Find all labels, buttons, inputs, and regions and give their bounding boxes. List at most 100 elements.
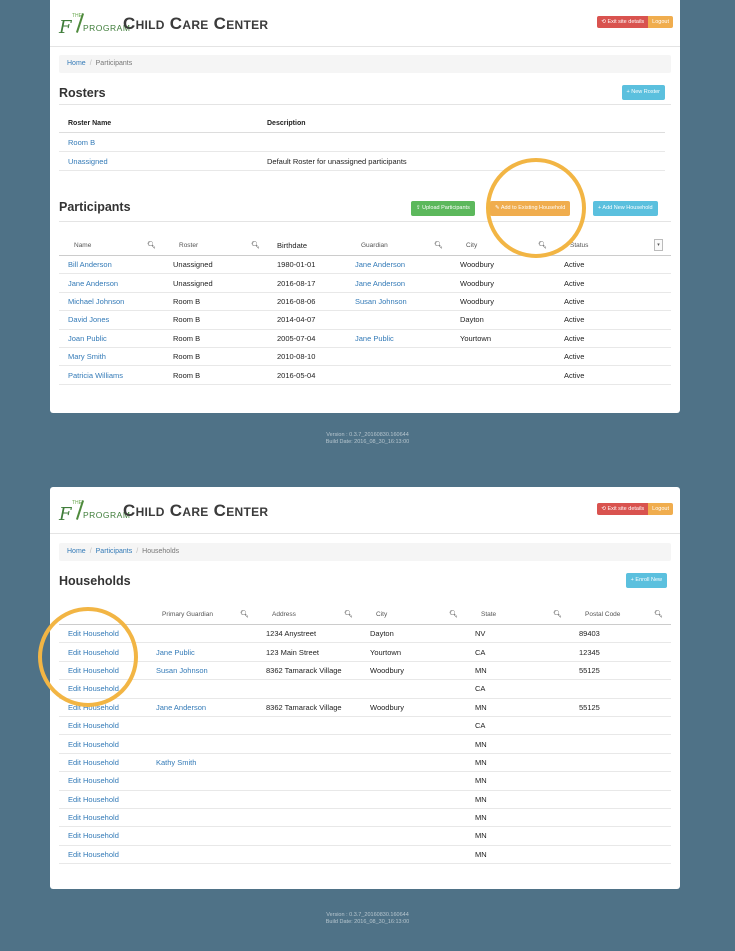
participant-name-link[interactable]: David Jones (68, 315, 109, 324)
participant-roster: Room B (164, 347, 268, 367)
primary-guardian-link[interactable]: Susan Johnson (156, 666, 208, 675)
household-postal-code (570, 716, 671, 736)
logout-button[interactable]: Logout (648, 503, 673, 515)
exit-site-details-button[interactable]: ⟲ Exit site details (597, 503, 649, 515)
participant-roster: Unassigned (164, 273, 268, 293)
edit-household-cell: Edit Household (59, 808, 147, 828)
household-city (361, 826, 466, 846)
primary-guardian-link[interactable]: Kathy Smith (156, 758, 196, 767)
column-header-address[interactable]: Address 🔍︎ (257, 604, 361, 625)
participant-name-link[interactable]: Joan Public (68, 334, 107, 343)
breadcrumb-participants: Participants (95, 60, 133, 67)
breadcrumb-home[interactable]: Home (67, 60, 86, 67)
participants-table: Name 🔍︎ Roster 🔍︎ Birthdate Guardian 🔍︎ Cit… (59, 235, 671, 385)
participant-roster: Room B (164, 329, 268, 348)
guardian-link[interactable]: Jane Public (355, 334, 394, 343)
exit-site-details-button[interactable]: ⟲ Exit site details (597, 16, 649, 28)
participants-title: Participants (59, 200, 131, 214)
search-icon[interactable]: 🔍︎ (147, 241, 156, 249)
household-address (257, 808, 361, 828)
households-screen: THE F PROGRAM Child Care Center ⟲ Exit s… (38, 487, 680, 889)
header-buttons: ⟲ Exit site details Logout (597, 503, 673, 515)
household-row: Edit Household MN (59, 734, 671, 754)
participant-name-link[interactable]: Jane Anderson (68, 279, 118, 288)
edit-household-link[interactable]: Edit Household (68, 795, 119, 804)
food-program-logo[interactable]: THE F PROGRAM (59, 13, 130, 38)
household-postal-code: 55125 (570, 698, 671, 717)
household-city: Dayton (361, 624, 466, 644)
enroll-new-button[interactable]: + Enroll New (625, 573, 667, 588)
logout-button[interactable]: Logout (648, 16, 673, 28)
column-header-state[interactable]: State 🔍︎ (466, 604, 570, 625)
column-header-guardian[interactable]: Guardian 🔍︎ (346, 235, 451, 256)
participant-row: Bill Anderson Unassigned 1980-01-01 Jane An… (59, 255, 671, 275)
search-icon[interactable]: 🔍︎ (449, 610, 458, 618)
chevron-down-icon[interactable]: ▾ (654, 239, 663, 251)
edit-household-link[interactable]: Edit Household (68, 831, 119, 840)
column-header-name[interactable]: Name 🔍︎ (59, 235, 164, 256)
edit-household-link[interactable]: Edit Household (68, 740, 119, 749)
guardian-link[interactable]: Jane Anderson (355, 279, 405, 288)
search-icon[interactable]: 🔍︎ (654, 610, 663, 618)
search-icon[interactable]: 🔍︎ (344, 610, 353, 618)
version-text: Version : 0.3.7_20160830.160644 (326, 432, 409, 438)
upload-participants-button[interactable]: ⇪ Upload Participants (411, 201, 475, 216)
logo-initial: F (59, 17, 72, 38)
column-header-label: Postal Code (585, 610, 621, 618)
search-icon[interactable]: 🔍︎ (251, 241, 260, 249)
column-header-roster[interactable]: Roster 🔍︎ (164, 235, 268, 256)
column-header-label: City (466, 241, 478, 249)
primary-guardian-cell: Susan Johnson (147, 661, 257, 681)
household-postal-code (570, 845, 671, 865)
edit-household-link[interactable]: Edit Household (68, 776, 119, 785)
participant-status: Active (555, 310, 671, 330)
participant-name-link[interactable]: Patricia Williams (68, 371, 123, 380)
primary-guardian-cell: Kathy Smith (147, 753, 257, 773)
edit-household-link[interactable]: Edit Household (68, 813, 119, 822)
participant-row: David Jones Room B 2014-04-07 Dayton Active (59, 310, 671, 330)
household-address: 8362 Tamarack Village (257, 698, 361, 717)
edit-household-link[interactable]: Edit Household (68, 758, 119, 767)
participant-status: Active (555, 273, 671, 293)
participant-roster: Room B (164, 365, 268, 385)
roster-name-link[interactable]: Room B (68, 138, 95, 147)
participant-name-link[interactable]: Mary Smith (68, 352, 106, 361)
guardian-link[interactable]: Jane Anderson (355, 260, 405, 269)
header-buttons: ⟲ Exit site details Logout (597, 16, 673, 28)
breadcrumb-separator: / (89, 60, 92, 67)
food-program-logo[interactable]: THE F PROGRAM (59, 500, 130, 525)
participant-guardian-cell (346, 347, 451, 367)
participant-name-link[interactable]: Michael Johnson (68, 297, 124, 306)
site-title: Child Care Center (123, 14, 269, 33)
primary-guardian-link[interactable]: Jane Anderson (156, 703, 206, 712)
guardian-link[interactable]: Susan Johnson (355, 297, 407, 306)
participant-birthdate: 2010-08-10 (268, 347, 346, 367)
breadcrumb-participants[interactable]: Participants (96, 548, 133, 555)
participant-roster: Room B (164, 310, 268, 330)
breadcrumb: Home / Participants (59, 55, 671, 73)
household-state: MN (466, 734, 570, 754)
participant-name-cell: Joan Public (59, 329, 164, 348)
edit-household-link[interactable]: Edit Household (68, 850, 119, 859)
column-header-city[interactable]: City 🔍︎ (361, 604, 466, 625)
column-header-postal-code[interactable]: Postal Code 🔍︎ (570, 604, 671, 625)
participant-name-cell: Bill Anderson (59, 255, 164, 275)
search-icon[interactable]: 🔍︎ (553, 610, 562, 618)
primary-guardian-link[interactable]: Jane Public (156, 648, 195, 657)
participant-name-cell: Michael Johnson (59, 292, 164, 312)
version-info: Version : 0.3.7_20160830.160644 Build Da… (0, 912, 735, 926)
column-header-primary-guardian[interactable]: Primary Guardian 🔍︎ (147, 604, 257, 625)
participant-guardian-cell (346, 310, 451, 330)
breadcrumb-home[interactable]: Home (67, 548, 86, 555)
participant-name-link[interactable]: Bill Anderson (68, 260, 112, 269)
build-date-text: Build Date: 2016_08_30_16:13:00 (325, 919, 410, 925)
search-icon[interactable]: 🔍︎ (434, 241, 443, 249)
participant-name-cell: Patricia Williams (59, 365, 164, 385)
edit-household-link[interactable]: Edit Household (68, 721, 119, 730)
roster-name-link[interactable]: Unassigned (68, 157, 108, 166)
add-new-household-button[interactable]: + Add New Household (593, 201, 658, 216)
column-header-label: Birthdate (277, 240, 308, 250)
column-header-birthdate[interactable]: Birthdate (268, 235, 346, 256)
new-roster-button[interactable]: + New Roster (621, 85, 665, 100)
search-icon[interactable]: 🔍︎ (240, 610, 249, 618)
